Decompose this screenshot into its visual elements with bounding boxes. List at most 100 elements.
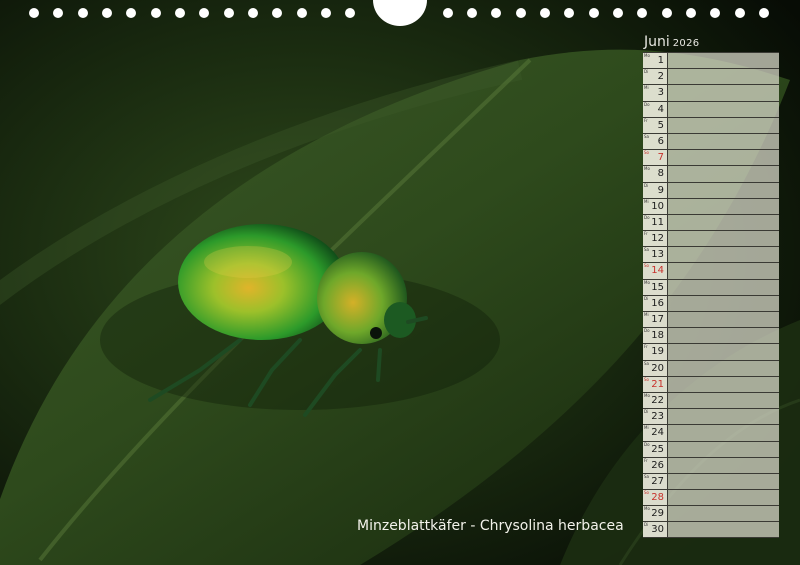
day-number: 8: [657, 168, 664, 180]
spiral-binding-hole-icon: [613, 8, 623, 18]
day-number: 10: [651, 200, 664, 212]
note-cell: [668, 296, 779, 311]
day-number: 12: [651, 233, 664, 245]
note-cell: [668, 247, 779, 262]
weekday-label: Do: [644, 101, 650, 107]
date-cell: Do 4: [643, 101, 668, 117]
day-number: 16: [651, 297, 664, 309]
weekday-label: Fr: [644, 117, 648, 123]
note-cell: [668, 263, 779, 278]
spiral-binding-hole-icon: [467, 8, 477, 18]
day-number: 28: [651, 492, 664, 504]
date-cell: Do 11: [643, 214, 668, 231]
date-cell: Di 9: [643, 182, 668, 198]
date-cell: Fr 12: [643, 231, 668, 247]
date-cell: Sa 13: [643, 247, 668, 263]
weekday-label: Mo: [644, 166, 650, 172]
note-cell: [668, 183, 779, 198]
date-cell: Mi 24: [643, 425, 668, 441]
date-cell: Sa 6: [643, 133, 668, 150]
day-number: 22: [651, 394, 664, 406]
spiral-binding-hole-icon: [175, 8, 185, 18]
note-cell: [668, 409, 779, 424]
spiral-binding-hole-icon: [53, 8, 63, 18]
note-cell: [668, 425, 779, 440]
date-cell: So 21: [643, 376, 668, 392]
hanger-notch-icon: [373, 0, 427, 26]
note-cell: [668, 134, 779, 149]
day-number: 3: [657, 87, 664, 99]
day-number: 14: [651, 265, 664, 277]
note-cell: [668, 474, 779, 489]
day-number: 24: [651, 427, 664, 439]
calendar-day-row: Fr 19: [643, 343, 779, 360]
calendar-day-row: Sa 27: [643, 472, 779, 490]
day-number: 2: [657, 71, 664, 83]
spiral-binding-hole-icon: [710, 8, 720, 18]
date-cell: Fr 19: [643, 344, 668, 360]
note-cell: [668, 344, 779, 359]
day-number: 18: [651, 330, 664, 342]
note-cell: [668, 102, 779, 117]
spiral-binding-hole-icon: [589, 8, 599, 18]
date-cell: Mo 15: [643, 279, 668, 295]
calendar-day-row: Di 16: [643, 294, 779, 311]
date-cell: Fr 26: [643, 457, 668, 473]
spiral-binding-hole-icon: [151, 8, 161, 18]
weekday-label: So: [644, 490, 649, 496]
day-number: 23: [651, 411, 664, 423]
note-cell: [668, 118, 779, 133]
spiral-binding-hole-icon: [491, 8, 501, 18]
weekday-label: So: [644, 263, 649, 269]
calendar-day-row: Mi 10: [643, 197, 779, 214]
weekday-label: Di: [644, 295, 649, 301]
day-number: 15: [651, 281, 664, 293]
note-cell: [668, 215, 779, 230]
weekday-label: Mi: [644, 85, 649, 91]
day-number: 21: [651, 378, 664, 390]
calendar-page: Juni 2026 Mo 1 Di 2 Mi 3 Do 4 Fr 5 Sa 6 So 7 Mo 8 Di 9 Mi 10…: [0, 0, 800, 565]
note-cell: [668, 85, 779, 100]
day-number: 26: [651, 459, 664, 471]
note-cell: [668, 522, 779, 536]
weekday-label: Fr: [644, 231, 648, 237]
day-number: 30: [651, 524, 664, 536]
calendar-day-row: Fr 12: [643, 230, 779, 247]
date-cell: Mo 8: [643, 166, 668, 182]
spiral-binding-hole-icon: [297, 8, 307, 18]
weekday-label: Di: [644, 182, 649, 188]
note-cell: [668, 150, 779, 165]
day-number: 9: [657, 184, 664, 196]
date-cell: Do 18: [643, 328, 668, 344]
note-cell: [668, 506, 779, 521]
date-cell: Mi 3: [643, 85, 668, 101]
calendar-day-row: Fr 26: [643, 456, 779, 473]
calendar-day-row: So 14: [643, 262, 779, 279]
note-cell: [668, 442, 779, 457]
spiral-binding-hole-icon: [126, 8, 136, 18]
calendar-day-row: Mo 15: [643, 278, 779, 295]
month-year: 2026: [672, 38, 700, 49]
date-cell: Do 25: [643, 441, 668, 457]
spiral-binding-hole-icon: [272, 8, 282, 18]
weekday-label: Di: [644, 69, 649, 75]
date-cell: Di 30: [643, 522, 668, 537]
date-cell: Fr 5: [643, 117, 668, 133]
weekday-label: Sa: [644, 133, 649, 139]
spiral-binding-hole-icon: [564, 8, 574, 18]
day-number: 29: [651, 508, 664, 520]
spiral-binding-hole-icon: [516, 8, 526, 18]
weekday-label: Fr: [644, 344, 648, 350]
date-cell: Mo 22: [643, 392, 668, 409]
spiral-binding-hole-icon: [345, 8, 355, 18]
calendar-day-row: So 21: [643, 375, 779, 392]
month-header: Juni 2026: [644, 31, 699, 50]
day-number: 5: [657, 119, 664, 131]
weekday-label: Mo: [644, 279, 650, 285]
note-cell: [668, 458, 779, 473]
spiral-binding-hole-icon: [686, 8, 696, 18]
spiral-binding-hole-icon: [540, 8, 550, 18]
spiral-binding-hole-icon: [735, 8, 745, 18]
note-cell: [668, 280, 779, 295]
day-number: 17: [651, 314, 664, 325]
